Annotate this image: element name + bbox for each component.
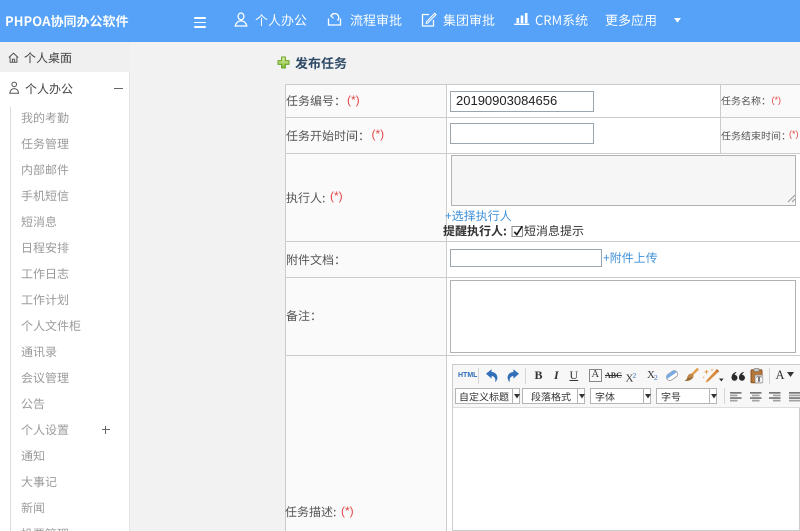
svg-text:T: T (756, 374, 761, 383)
